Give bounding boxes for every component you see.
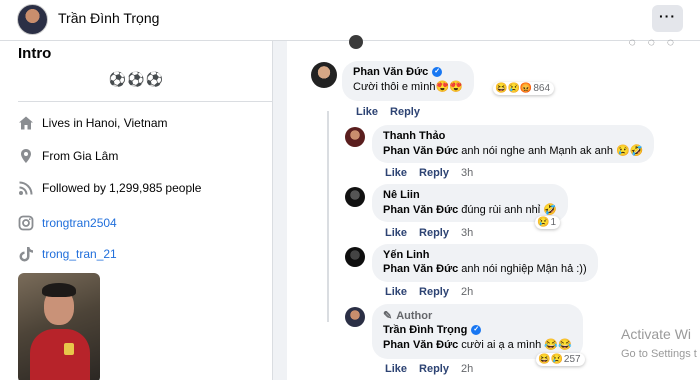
avatar[interactable] (345, 127, 365, 147)
reply-button[interactable]: Reply (419, 286, 449, 298)
reaction-count: 257 (563, 354, 581, 365)
comment-time[interactable]: 2h (461, 363, 473, 375)
comment-bubble: Thanh Thảo Phan Văn Đức anh nói nghe anh… (372, 125, 655, 163)
comment-text: Phan Văn Đức đúng rùi anh nhỉ 🤣 (383, 203, 557, 216)
comment-actions: Like Reply 2h (385, 286, 473, 298)
reaction-emojis: 😆😢 (538, 354, 563, 365)
tiktok-link[interactable]: trong_tran_21 (42, 247, 117, 261)
reply-button[interactable]: Reply (419, 167, 449, 179)
reaction-summary[interactable]: 😆😢 257 (536, 353, 585, 366)
reply-button[interactable]: Reply (419, 227, 449, 239)
comment-text: Phan Văn Đức cười ai ạ a mình 😂😂 (383, 338, 572, 351)
photo-badge (64, 343, 74, 355)
comment-bubble: Phan Văn Đức ✓ Cười thôi e mình😍😍 (342, 61, 474, 101)
home-icon (18, 115, 34, 131)
reaction-emojis: 😢 (537, 217, 550, 228)
verified-badge-icon: ✓ (471, 325, 482, 335)
reaction-count: 864 (533, 83, 551, 94)
followed-prefix: Followed by (42, 181, 107, 195)
author-tag-label: Author (396, 309, 433, 322)
comment-text: Cười thôi e mình😍😍 (353, 81, 463, 93)
avatar[interactable] (345, 307, 365, 327)
comment-text: Phan Văn Đức anh nói nghiệp Mận hả :)) (383, 263, 587, 275)
rss-icon (18, 180, 34, 196)
thread-connector (327, 111, 329, 322)
comment-author-name[interactable]: Yến Linh (383, 249, 587, 261)
photo-hair (42, 283, 76, 297)
instagram-link[interactable]: trongtran2504 (42, 216, 117, 230)
comment-bubble: Yến Linh Phan Văn Đức anh nói nghiệp Mận… (372, 244, 598, 282)
comment-author-name[interactable]: Phan Văn Đức (353, 66, 428, 78)
tiktok-row: trong_tran_21 (18, 244, 117, 264)
comment-author-name[interactable]: Nê Liin (383, 189, 557, 201)
followers-row: Followed by 1,299,985 people (18, 178, 201, 198)
reaction-count: 1 (550, 217, 557, 228)
intro-bio: ⚽⚽⚽ (108, 71, 165, 87)
avatar[interactable] (345, 247, 365, 267)
previous-comment-avatar (349, 35, 363, 49)
reaction-summary[interactable]: 😢 1 (535, 216, 561, 229)
comment-text: Phan Văn Đức anh nói nghe anh Mạnh ak an… (383, 144, 643, 157)
profile-avatar[interactable] (17, 4, 48, 35)
instagram-icon (18, 215, 34, 231)
avatar[interactable] (311, 62, 337, 88)
comment-body: cười ai ạ a mình 😂😂 (458, 339, 572, 351)
verified-badge-icon: ✓ (432, 67, 443, 77)
location-pin-icon (18, 148, 34, 164)
reply-button[interactable]: Reply (390, 106, 420, 118)
profile-name[interactable]: Trần Đình Trọng (58, 10, 159, 26)
followers-count: 1,299,985 (109, 181, 163, 195)
intro-title: Intro (18, 45, 52, 62)
featured-photo[interactable] (18, 273, 100, 380)
previous-comment-icons: ◌◌◌ (628, 35, 686, 49)
intro-panel: Intro ⚽⚽⚽ Lives in Hanoi, Vietnam From G… (0, 41, 273, 380)
from-row: From Gia Lâm (18, 146, 118, 166)
profile-header-bar: Trần Đình Trọng ··· (0, 0, 700, 41)
lives-in-row: Lives in Hanoi, Vietnam (18, 113, 168, 133)
comment-author-name[interactable]: Trần Đình Trọng (383, 324, 467, 336)
mention-link[interactable]: Phan Văn Đức (383, 204, 458, 216)
followed-suffix: people (165, 181, 202, 195)
like-button[interactable]: Like (385, 227, 407, 239)
instagram-row: trongtran2504 (18, 213, 117, 233)
activate-windows-hint: Go to Settings t (621, 348, 697, 360)
mention-link[interactable]: Phan Văn Đức (383, 145, 458, 157)
comment-time[interactable]: 3h (461, 167, 473, 179)
comment-actions: Like Reply (356, 106, 420, 118)
activate-windows-title: Activate Wi (621, 326, 692, 342)
comment-body: anh nói nghe anh Mạnh ak anh 😢🤣 (458, 145, 644, 157)
photo-shirt (30, 329, 90, 380)
comment-body: đúng rùi anh nhỉ 🤣 (458, 204, 557, 216)
comment-author-name[interactable]: Thanh Thảo (383, 130, 643, 142)
comment-author[interactable]: Phan Văn Đức ✓ (353, 66, 463, 78)
intro-divider (18, 101, 272, 102)
from-place[interactable]: Gia Lâm (73, 149, 118, 163)
comment-actions: Like Reply 2h (385, 363, 473, 375)
mention-link[interactable]: Phan Văn Đức (383, 339, 458, 351)
reaction-emojis: 😆😢😡 (495, 83, 533, 94)
comment-body: anh nói nghiệp Mận hả :)) (458, 263, 587, 275)
reaction-summary[interactable]: 😆😢😡 864 (493, 82, 555, 95)
pencil-icon: ✎ (383, 310, 393, 322)
comment-actions: Like Reply 3h (385, 167, 473, 179)
like-button[interactable]: Like (385, 167, 407, 179)
mention-link[interactable]: Phan Văn Đức (383, 263, 458, 275)
comment-author[interactable]: Trần Đình Trọng ✓ (383, 324, 572, 336)
like-button[interactable]: Like (385, 286, 407, 298)
lives-in-prefix: Lives in (42, 116, 83, 130)
like-button[interactable]: Like (385, 363, 407, 375)
tiktok-icon (18, 246, 34, 262)
comment-time[interactable]: 2h (461, 286, 473, 298)
like-button[interactable]: Like (356, 106, 378, 118)
avatar[interactable] (345, 187, 365, 207)
from-prefix: From (42, 149, 70, 163)
lives-in-place[interactable]: Hanoi, Vietnam (86, 116, 168, 130)
author-tag: ✎ Author (383, 309, 572, 323)
comment-actions: Like Reply 3h (385, 227, 473, 239)
comment-bubble: ✎ Author Trần Đình Trọng ✓ Phan Văn Đức … (372, 304, 583, 359)
reply-button[interactable]: Reply (419, 363, 449, 375)
more-options-button[interactable]: ··· (652, 5, 683, 32)
comment-time[interactable]: 3h (461, 227, 473, 239)
